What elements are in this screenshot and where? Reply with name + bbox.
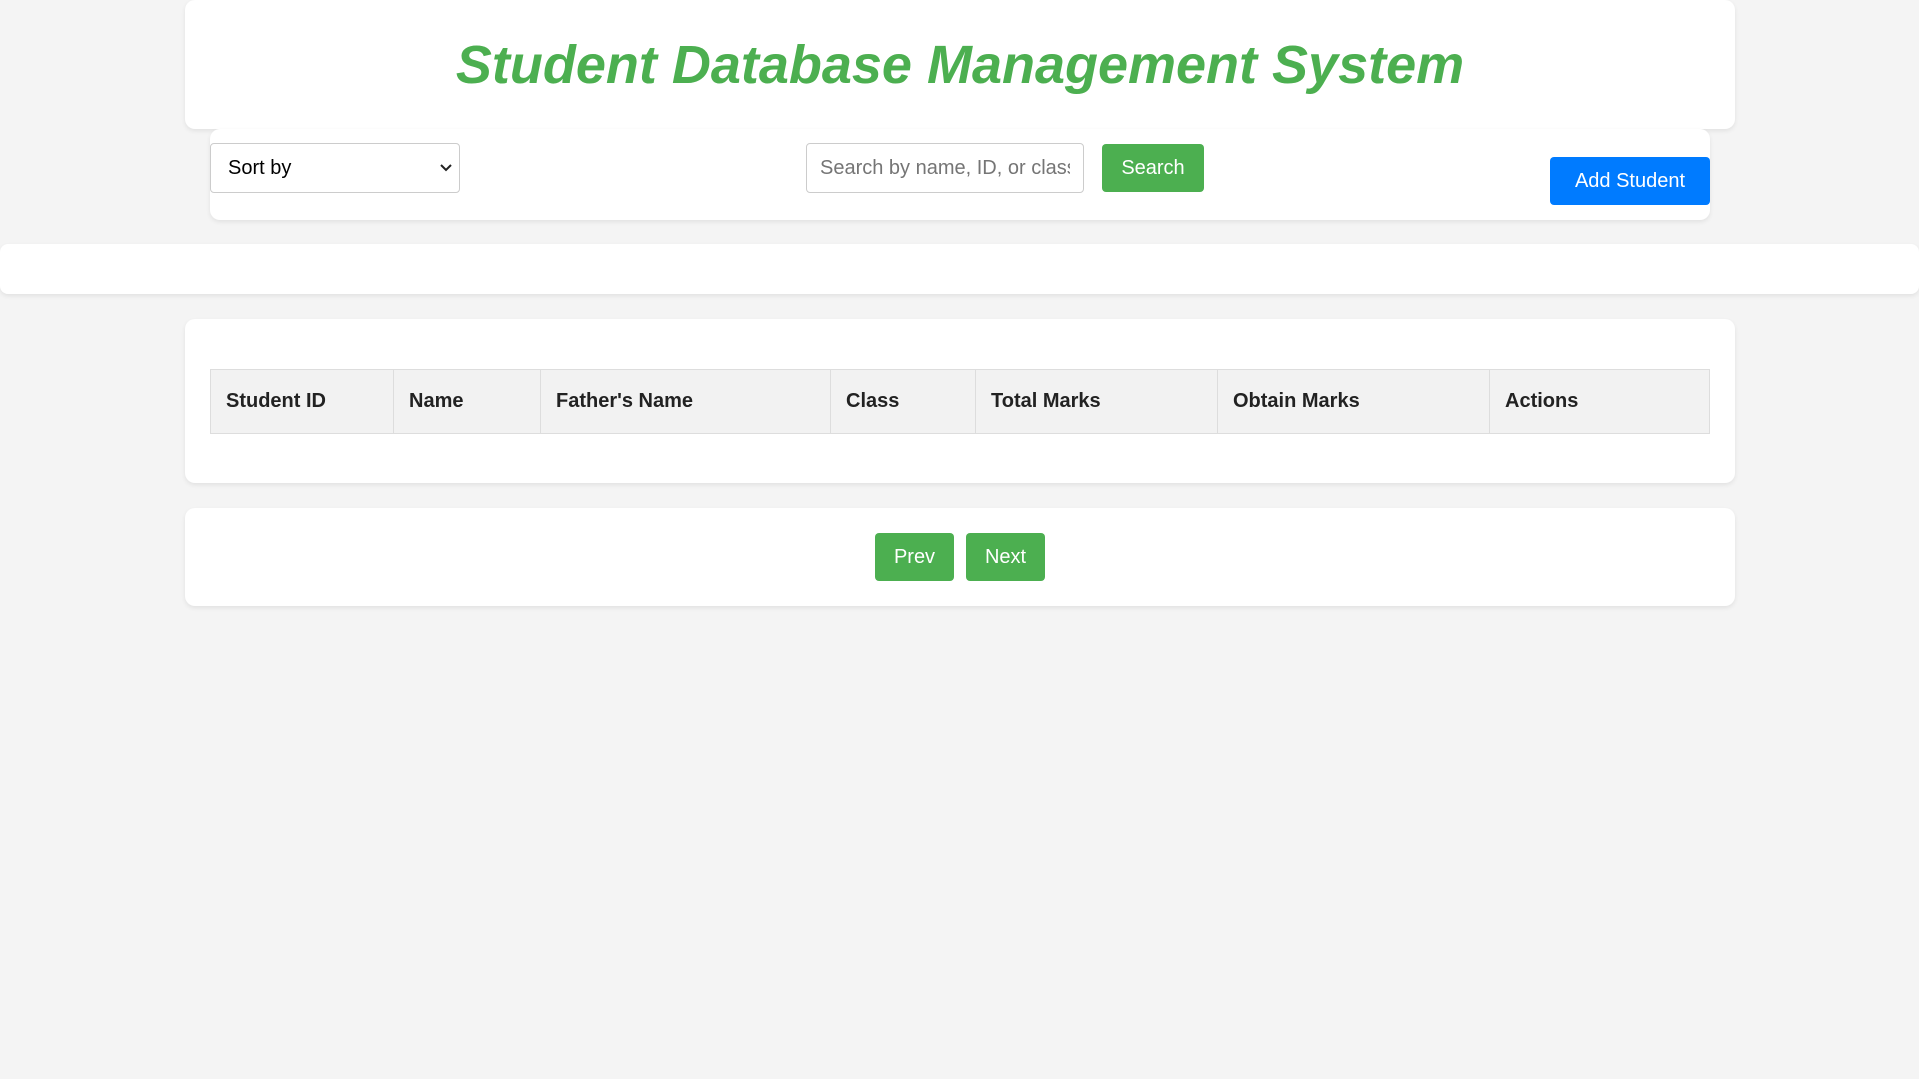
column-header-obtain-marks: Obtain Marks [1217, 369, 1490, 434]
column-header-name: Name [393, 369, 541, 434]
next-page-button[interactable]: Next [966, 533, 1045, 581]
column-header-total-marks: Total Marks [975, 369, 1218, 434]
column-header-actions: Actions [1489, 369, 1710, 434]
search-input[interactable] [806, 143, 1084, 193]
message-bar [0, 244, 1919, 294]
chevron-down-icon [439, 144, 453, 192]
pagination-card: Prev Next [185, 508, 1735, 606]
column-header-fathers-name: Father's Name [540, 369, 831, 434]
sort-select[interactable]: Sort by [210, 143, 460, 193]
table-header-row: Student ID Name Father's Name Class Tota… [210, 369, 1710, 434]
toolbar-card: Sort by Search Add Student [210, 129, 1710, 220]
student-table: Student ID Name Father's Name Class Tota… [210, 369, 1710, 434]
column-header-student-id: Student ID [210, 369, 394, 434]
page-title: Student Database Management System [455, 35, 1465, 95]
prev-page-button[interactable]: Prev [875, 533, 954, 581]
table-card: Student ID Name Father's Name Class Tota… [185, 319, 1735, 483]
header-card: Student Database Management System [185, 0, 1735, 129]
search-button[interactable]: Search [1102, 144, 1204, 192]
add-student-button[interactable]: Add Student [1550, 157, 1710, 205]
column-header-class: Class [830, 369, 976, 434]
sort-select-value: Sort by [228, 157, 292, 179]
